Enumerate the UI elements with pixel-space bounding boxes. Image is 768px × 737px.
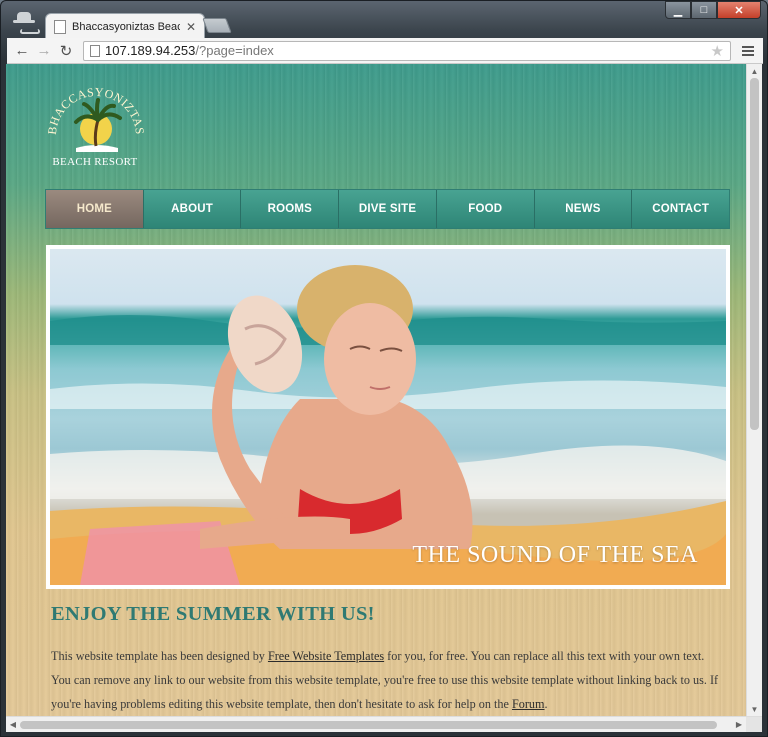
scroll-up-icon[interactable]: ▲ — [747, 64, 762, 78]
page-viewport: BHACCASYONIZTAS BEACH RESORT HOME ABOUT … — [6, 64, 762, 716]
page-icon — [90, 44, 100, 57]
scroll-down-icon[interactable]: ▼ — [747, 702, 762, 716]
horizontal-scrollbar[interactable]: ◀ ▶ — [6, 716, 762, 732]
back-arrow-icon[interactable]: ← — [13, 42, 31, 60]
hero-caption: THE SOUND OF THE SEA — [412, 542, 698, 568]
nav-item-news[interactable]: NEWS — [534, 190, 633, 228]
nav-item-home[interactable]: HOME — [46, 190, 144, 228]
reload-icon[interactable]: ↻ — [57, 42, 75, 60]
logo-subtitle: BEACH RESORT — [52, 156, 138, 168]
close-window-button[interactable]: ✕ — [717, 1, 761, 19]
nav-item-food[interactable]: FOOD — [436, 190, 535, 228]
vertical-scroll-thumb[interactable] — [750, 78, 759, 430]
page-icon — [54, 19, 66, 34]
nav-item-about[interactable]: ABOUT — [143, 190, 242, 228]
free-website-templates-link[interactable]: Free Website Templates — [268, 649, 384, 663]
hero-banner: THE SOUND OF THE SEA — [46, 245, 730, 589]
scrollbar-corner — [746, 717, 762, 732]
forward-arrow-icon[interactable]: → — [35, 42, 53, 60]
scroll-left-icon[interactable]: ◀ — [6, 717, 20, 732]
minimize-button[interactable]: ▁ — [665, 1, 691, 19]
main-navigation: HOME ABOUT ROOMS DIVE SITE FOOD NEWS CON… — [45, 189, 730, 229]
paragraph-text-1: This website template has been designed … — [51, 649, 268, 663]
url-path: /?page=index — [195, 43, 274, 58]
browser-toolbar: ← → ↻ 107.189.94.253/?page=index ★ — [7, 38, 763, 64]
intro-paragraph: This website template has been designed … — [51, 644, 721, 716]
paragraph-text-3: . — [544, 697, 548, 711]
url-host: 107.189.94.253 — [105, 43, 196, 58]
menu-icon[interactable] — [739, 45, 757, 56]
nav-item-rooms[interactable]: ROOMS — [241, 190, 340, 228]
address-bar[interactable]: 107.189.94.253/?page=index ★ — [83, 40, 731, 61]
vertical-scrollbar[interactable]: ▲ ▼ — [746, 64, 762, 716]
website-page: BHACCASYONIZTAS BEACH RESORT HOME ABOUT … — [6, 64, 746, 716]
forum-link[interactable]: Forum — [512, 697, 545, 711]
horizontal-scroll-thumb[interactable] — [20, 721, 717, 729]
scroll-right-icon[interactable]: ▶ — [732, 717, 746, 732]
tab-title: Bhaccasyoniztas Beach Re — [72, 20, 180, 33]
bookmark-star-icon[interactable]: ★ — [711, 42, 724, 60]
beach-woman-illustration — [50, 265, 726, 585]
window-controls: ▁ □ ✕ — [665, 1, 761, 19]
new-tab-button[interactable] — [202, 18, 232, 33]
browser-tab[interactable]: Bhaccasyoniztas Beach Re ✕ — [45, 13, 205, 39]
incognito-icon — [9, 9, 40, 34]
nav-item-dive-site[interactable]: DIVE SITE — [339, 190, 437, 228]
palm-sun-logo-icon: BHACCASYONIZTAS — [46, 85, 146, 152]
nav-item-contact[interactable]: CONTACT — [632, 190, 730, 228]
close-tab-icon[interactable]: ✕ — [186, 20, 196, 34]
page-heading: ENJOY THE SUMMER WITH US! — [51, 603, 375, 625]
site-logo[interactable]: BHACCASYONIZTAS BEACH RESORT — [46, 84, 146, 172]
maximize-button[interactable]: □ — [691, 1, 717, 19]
title-bar: Bhaccasyoniztas Beach Re ✕ ▁ □ ✕ — [1, 1, 767, 39]
hero-image: THE SOUND OF THE SEA — [50, 249, 726, 585]
